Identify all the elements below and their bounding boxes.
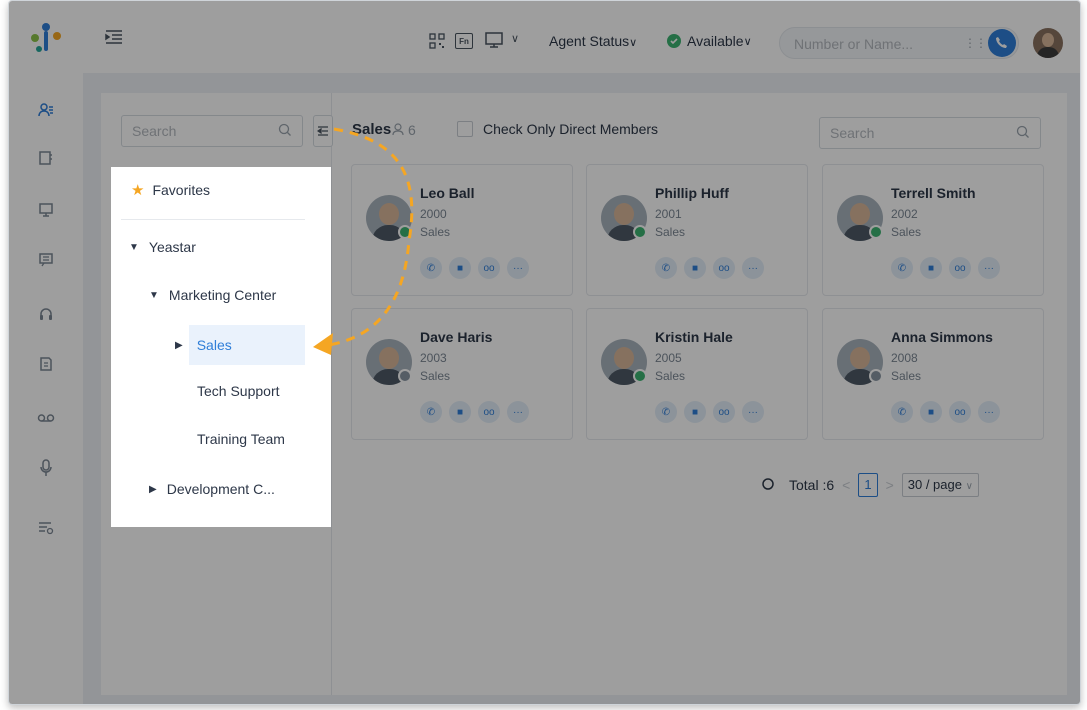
tree-item-development-center[interactable]: ▶ Development C...	[149, 481, 275, 497]
tree-item-label: Development C...	[166, 481, 275, 497]
caret-down-icon: ▼	[129, 241, 139, 253]
app-window: Fn ∨ Agent Status∨ Available ∨ Number or …	[8, 0, 1081, 705]
caret-right-icon: ▶	[175, 339, 183, 351]
tree-item-sales[interactable]: ▶ Sales	[175, 325, 305, 365]
tree-divider	[121, 219, 305, 220]
tree-item-tech-support[interactable]: Tech Support	[197, 383, 280, 399]
star-icon: ★	[131, 182, 145, 199]
tree-item-yeastar[interactable]: ▼ Yeastar	[129, 239, 196, 255]
tree-item-marketing-center[interactable]: ▼ Marketing Center	[149, 287, 276, 303]
tree-item-label: Training Team	[197, 431, 285, 447]
tree-item-label: Yeastar	[148, 239, 196, 255]
tree-item-label: Tech Support	[197, 383, 280, 399]
favorites-item[interactable]: ★ Favorites	[131, 181, 210, 199]
annotation-arrow	[313, 127, 414, 355]
caret-down-icon: ▼	[149, 289, 159, 301]
tree-item-label: Sales	[196, 337, 232, 353]
favorites-label: Favorites	[152, 182, 211, 198]
org-tree: ★ Favorites ▼ Yeastar ▼ Marketing Center…	[111, 167, 331, 527]
tree-item-label: Marketing Center	[168, 287, 277, 303]
tree-item-training-team[interactable]: Training Team	[197, 431, 285, 447]
caret-right-icon: ▶	[149, 483, 157, 495]
